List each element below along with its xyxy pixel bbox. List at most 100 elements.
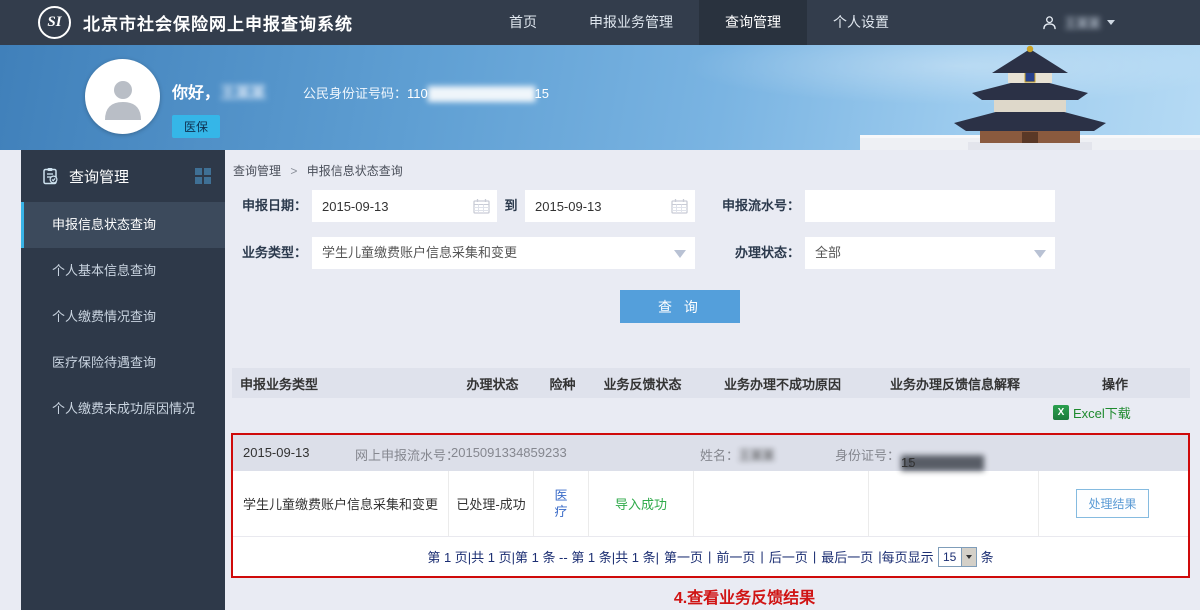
person-icon <box>1042 15 1057 30</box>
sidebar-header: 查询管理 <box>21 150 225 202</box>
dropdown-arrow-icon <box>1034 250 1046 258</box>
nav-item-home[interactable]: 首页 <box>483 0 563 45</box>
col-header-feedback-status: 业务反馈状态 <box>590 374 695 393</box>
pagination-separator: | <box>760 549 763 564</box>
col-header-biz-type: 申报业务类型 <box>232 374 450 393</box>
cell-risk: 医疗 <box>534 471 589 536</box>
avatar-person-icon <box>100 74 146 120</box>
result-highlight-box: 2015-09-13 网上申报流水号： 2015091334859233 姓名：… <box>231 433 1190 578</box>
cell-action: 处理结果 <box>1039 471 1186 536</box>
col-header-feedback-note: 业务办理反馈信息解释 <box>870 374 1040 393</box>
calendar-icon[interactable] <box>473 198 490 214</box>
cell-fail-reason <box>694 471 869 536</box>
logo-text: SI <box>47 14 61 31</box>
group-name-label: 姓名： <box>700 445 739 464</box>
clipboard-icon <box>41 167 59 185</box>
sidebar-title: 查询管理 <box>69 166 195 187</box>
serial-number-field <box>805 190 1055 222</box>
main-content: 查询管理 > 申报信息状态查询 申报日期： 到 申 <box>225 150 1200 610</box>
sidebar-item-personal-payment-query[interactable]: 个人缴费情况查询 <box>21 294 225 340</box>
grid-menu-icon[interactable] <box>195 168 211 184</box>
sidebar-item-medical-benefit-query[interactable]: 医疗保险待遇查询 <box>21 340 225 386</box>
sidebar-item-personal-basic-info-query[interactable]: 个人基本信息查询 <box>21 248 225 294</box>
first-page-link[interactable]: 第一页 <box>664 547 703 566</box>
col-header-status: 办理状态 <box>450 374 535 393</box>
pagination-separator: | <box>708 549 711 564</box>
handle-status-select[interactable]: 全部 <box>805 237 1055 269</box>
user-menu[interactable]: 王某某 <box>1042 0 1115 45</box>
col-header-fail-reason: 业务办理不成功原因 <box>695 374 870 393</box>
to-label: 到 <box>501 190 521 222</box>
process-result-button[interactable]: 处理结果 <box>1076 489 1148 518</box>
group-date: 2015-09-13 <box>243 445 310 460</box>
avatar <box>85 59 160 134</box>
banner: 你好， 王某某 公民身份证号码： 110 █████████████ 15 医保 <box>0 45 1200 150</box>
user-name-masked: 王某某 <box>1064 13 1100 32</box>
temple-of-heaven-image <box>860 45 1200 150</box>
serial-number-input[interactable] <box>805 190 1055 222</box>
business-type-label: 业务类型： <box>225 237 307 269</box>
date-from-field <box>312 190 497 222</box>
group-id-label: 身份证号： <box>835 445 900 464</box>
citizen-id-suffix: 15 <box>535 86 549 101</box>
cell-biz-type: 学生儿童缴费账户信息采集和变更 <box>233 471 449 536</box>
sidebar-item-payment-failure-reason[interactable]: 个人缴费未成功原因情况 <box>21 386 225 432</box>
date-to-input[interactable] <box>525 190 695 222</box>
app-title: 北京市社会保险网上申报查询系统 <box>83 10 353 35</box>
per-page-select[interactable]: 15 <box>938 547 977 567</box>
date-from-input[interactable] <box>312 190 497 222</box>
top-nav: SI 北京市社会保险网上申报查询系统 首页 申报业务管理 查询管理 个人设置 王… <box>0 0 1200 45</box>
sidebar: 查询管理 申报信息状态查询 个人基本信息查询 个人缴费情况查询 医疗保险待遇查询… <box>21 150 225 610</box>
pagination-separator: | <box>813 549 816 564</box>
breadcrumb-current: 申报信息状态查询 <box>307 164 403 178</box>
prev-page-link[interactable]: 前一页 <box>716 547 755 566</box>
group-serial-value: 2015091334859233 <box>451 445 567 460</box>
col-header-risk: 险种 <box>535 374 590 393</box>
dropdown-arrow-icon <box>961 548 976 566</box>
nav-item-declare-management[interactable]: 申报业务管理 <box>563 0 699 45</box>
group-id-suffix: 15 <box>901 455 915 470</box>
col-header-action: 操作 <box>1040 374 1190 393</box>
sidebar-item-declare-status-query[interactable]: 申报信息状态查询 <box>21 202 225 248</box>
calendar-icon[interactable] <box>671 198 688 214</box>
unit-label: 条 <box>981 547 994 566</box>
citizen-id-prefix: 110 <box>407 86 428 101</box>
citizen-id-label: 公民身份证号码： <box>303 83 407 102</box>
breadcrumb: 查询管理 > 申报信息状态查询 <box>233 162 403 179</box>
handle-status-value: 全部 <box>815 245 841 260</box>
cell-status: 已处理-成功 <box>449 471 534 536</box>
greeting-text: 你好， <box>172 79 220 103</box>
last-page-link[interactable]: 最后一页 <box>821 547 873 566</box>
citizen-id-masked: █████████████ <box>428 86 535 101</box>
serial-number-label: 申报流水号： <box>708 190 800 222</box>
breadcrumb-separator: > <box>290 164 297 178</box>
risk-char-2: 疗 <box>554 504 567 519</box>
nav-item-personal-settings[interactable]: 个人设置 <box>807 0 915 45</box>
group-name-masked: 王某某 <box>738 445 774 464</box>
query-button[interactable]: 查 询 <box>620 290 740 323</box>
dropdown-arrow-icon <box>674 250 686 258</box>
cell-feedback-note <box>869 471 1039 536</box>
declare-date-label: 申报日期： <box>225 190 307 222</box>
breadcrumb-parent[interactable]: 查询管理 <box>233 164 281 178</box>
table-row: 学生儿童缴费账户信息采集和变更 已处理-成功 医疗 导入成功 处理结果 <box>233 471 1188 537</box>
date-to-field <box>525 190 695 222</box>
app-logo: SI <box>38 6 71 39</box>
results-table-header: 申报业务类型 办理状态 险种 业务反馈状态 业务办理不成功原因 业务办理反馈信息… <box>232 368 1190 398</box>
nav-item-query-management[interactable]: 查询管理 <box>699 0 807 45</box>
pagination: 第 1 页|共 1 页|第 1 条 -- 第 1 条|共 1 条| 第一页 | … <box>233 537 1188 576</box>
main-nav: 首页 申报业务管理 查询管理 个人设置 <box>483 0 915 45</box>
handle-status-label: 办理状态： <box>708 237 800 269</box>
per-page-label: 每页显示 <box>882 547 934 566</box>
annotation-step-note: 4.查看业务反馈结果 <box>257 584 1200 608</box>
page-info: 第 1 页|共 1 页|第 1 条 -- 第 1 条|共 1 条| <box>427 547 659 566</box>
business-type-value: 学生儿童缴费账户信息采集和变更 <box>322 245 517 260</box>
risk-char-1: 医 <box>554 488 567 503</box>
per-page-value: 15 <box>939 548 961 566</box>
excel-download-link[interactable]: X Excel下载 <box>1053 403 1131 422</box>
next-page-link[interactable]: 后一页 <box>769 547 808 566</box>
medical-insurance-badge: 医保 <box>172 115 220 138</box>
result-group-row: 2015-09-13 网上申报流水号： 2015091334859233 姓名：… <box>233 435 1188 471</box>
business-type-select[interactable]: 学生儿童缴费账户信息采集和变更 <box>312 237 695 269</box>
excel-download-label: Excel下载 <box>1073 403 1131 422</box>
